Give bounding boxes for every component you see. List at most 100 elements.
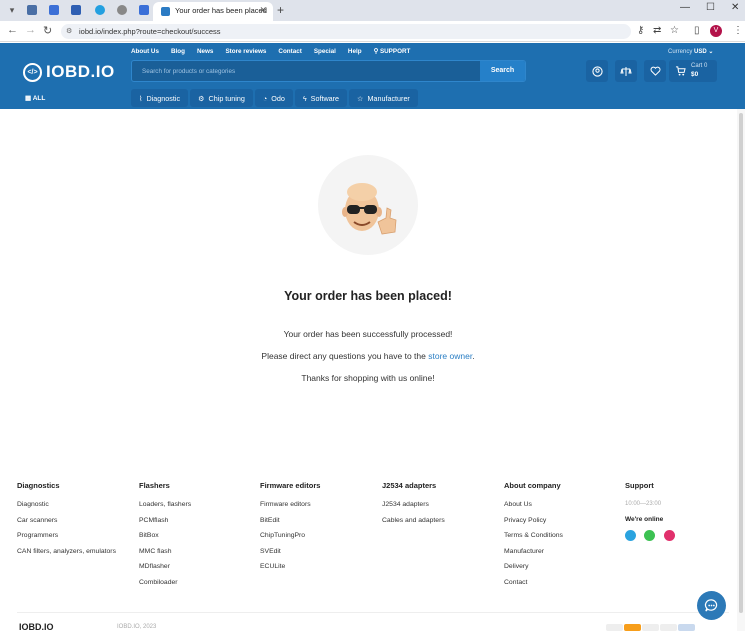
search-bar: Search for products or categories Search [131,60,526,82]
footer-link[interactable]: SVEdit [260,548,320,555]
topnav-about-us[interactable]: About Us [131,48,159,55]
footer-link[interactable]: ECULite [260,563,320,570]
pinned-tab-icon[interactable] [27,5,37,15]
forward-icon[interactable]: → [25,24,36,36]
topnav-store-reviews[interactable]: Store reviews [225,48,266,55]
footer-link[interactable]: MDflasher [139,563,191,570]
copyright: IOBD.IO, 2023 [117,624,157,630]
pinned-tab-icon[interactable] [71,5,81,15]
active-tab-title: Your order has been placed [175,6,267,15]
category-software[interactable]: ϟ Software [294,89,348,107]
footer-link[interactable]: About Us [504,501,563,508]
footer-column-firmware-editors: Firmware editors Firmware editors BitEdi… [260,481,320,579]
instagram-icon[interactable] [663,530,675,541]
topnav-special[interactable]: Special [314,48,336,55]
reload-icon[interactable]: ↻ [43,24,52,37]
menu-icon[interactable]: ⋮ [733,25,743,36]
category-diagnostic[interactable]: ⌇ Diagnostic [131,89,189,107]
category-chip-tuning[interactable]: ⚙ Chip tuning [190,89,253,107]
gauge-icon: ◔ [262,93,268,103]
pinned-tab-icon[interactable] [49,5,59,15]
footer-link[interactable]: PCMflash [139,517,191,524]
footer-link[interactable]: Privacy Policy [504,517,563,524]
chat-button[interactable] [697,591,726,620]
new-tab-icon[interactable]: + [277,3,284,17]
footer-link[interactable]: BitBox [139,532,191,539]
thanks-message: Thanks for shopping with us online! [301,373,435,383]
site-logo[interactable]: </> IOBD.IO [23,62,115,82]
topnav-blog[interactable]: Blog [171,48,185,55]
back-icon[interactable]: ← [7,24,18,36]
maximize-icon[interactable]: ☐ [706,2,715,13]
topnav-contact[interactable]: Contact [278,48,301,55]
scrollbar-thumb[interactable] [739,113,743,613]
category-manufacturer[interactable]: ☆ Manufacturer [349,89,418,107]
site-info-icon[interactable]: ⚙ [66,27,75,36]
minimize-icon[interactable]: — [680,2,690,13]
footer-link[interactable]: Combiloader [139,579,191,586]
store-owner-link[interactable]: store owner [428,351,472,361]
url-omnibox[interactable]: ⚙ iobd.io/index.php?route=checkout/succe… [61,24,631,39]
close-window-icon[interactable]: ✕ [731,2,739,13]
topnav-help[interactable]: Help [348,48,362,55]
footer-column-title: Firmware editors [260,481,321,490]
footer-link[interactable]: Terms & Conditions [504,532,563,539]
profile-avatar[interactable]: V [710,25,722,37]
wishlist-heart-icon[interactable] [644,60,666,82]
telegram-icon[interactable] [625,530,636,541]
close-tab-icon[interactable]: ✕ [259,5,267,16]
page-scrollbar[interactable] [737,109,745,631]
search-input[interactable]: Search for products or categories [142,68,235,75]
pulse-icon: ⌇ [139,93,143,103]
chip-icon: ⚙ [198,93,205,103]
category-label: Odo [271,93,285,103]
pinned-tab-icon[interactable] [117,5,127,15]
support-hours: 10:00—23:00 [625,501,662,507]
footer-link[interactable]: CAN filters, analyzers, emulators [17,548,116,555]
category-odo[interactable]: ◔ Odo [254,89,293,107]
chat-bubble-icon [704,599,718,612]
footer-link[interactable]: BitEdit [260,517,320,524]
category-label: Chip tuning [208,93,245,103]
footer-column-title: J2534 adapters [382,481,437,490]
sidepanel-icon[interactable]: ▯ [694,25,700,36]
contact-message: Please direct any questions you have to … [0,351,736,361]
all-label: ALL [32,95,46,102]
footer-link[interactable]: ChipTuningPro [260,532,320,539]
footer-link[interactable]: J2534 adapters [382,501,445,508]
search-button[interactable]: Search [480,61,525,81]
all-categories-button[interactable]: ▦ ALL [25,94,45,102]
compare-icon[interactable] [615,60,637,82]
footer-link[interactable]: Programmers [17,532,116,539]
currency-selector[interactable]: Currency USD ⌄ [668,48,713,55]
topnav-support[interactable]: ⚲ SUPPORT [374,48,411,55]
translate-icon[interactable]: ⇄ [653,25,661,36]
footer-link[interactable]: Manufacturer [504,548,563,555]
account-icon[interactable] [586,60,608,82]
pinned-tab-icon[interactable] [95,5,105,15]
bookmark-star-icon[interactable]: ☆ [670,25,679,36]
active-tab[interactable]: Your order has been placed ✕ [153,2,273,21]
pinned-tab-icon[interactable] [139,5,149,15]
category-label: Manufacturer [367,93,410,103]
chevron-down-icon: ⌄ [708,49,714,55]
footer-link[interactable]: Contact [504,579,563,586]
footer-link[interactable]: Diagnostic [17,501,116,508]
footer-link[interactable]: Loaders, flashers [139,501,191,508]
footer-link[interactable]: Car scanners [17,517,116,524]
footer-column-flashers: Flashers Loaders, flashers PCMflash BitB… [139,481,191,594]
footer-link[interactable]: Firmware editors [260,501,320,508]
cart-button[interactable]: Cart 0 $0 [669,60,717,82]
footer-column-support: Support 10:00—23:00 We're online [625,481,679,546]
topnav-news[interactable]: News [197,48,213,55]
key-icon[interactable]: ⚷ [637,25,644,36]
footer-link[interactable]: Delivery [504,563,563,570]
footer-logo: IOBD.IO [19,622,54,631]
social-icons [625,528,679,546]
whatsapp-icon[interactable] [644,530,656,541]
footer-link[interactable]: MMC flash [139,548,191,555]
footer-link[interactable]: Cables and adapters [382,517,445,524]
category-label: Software [310,93,340,103]
tab-search-icon[interactable]: ▾ [4,3,20,17]
currency-label: Currency [668,49,693,55]
